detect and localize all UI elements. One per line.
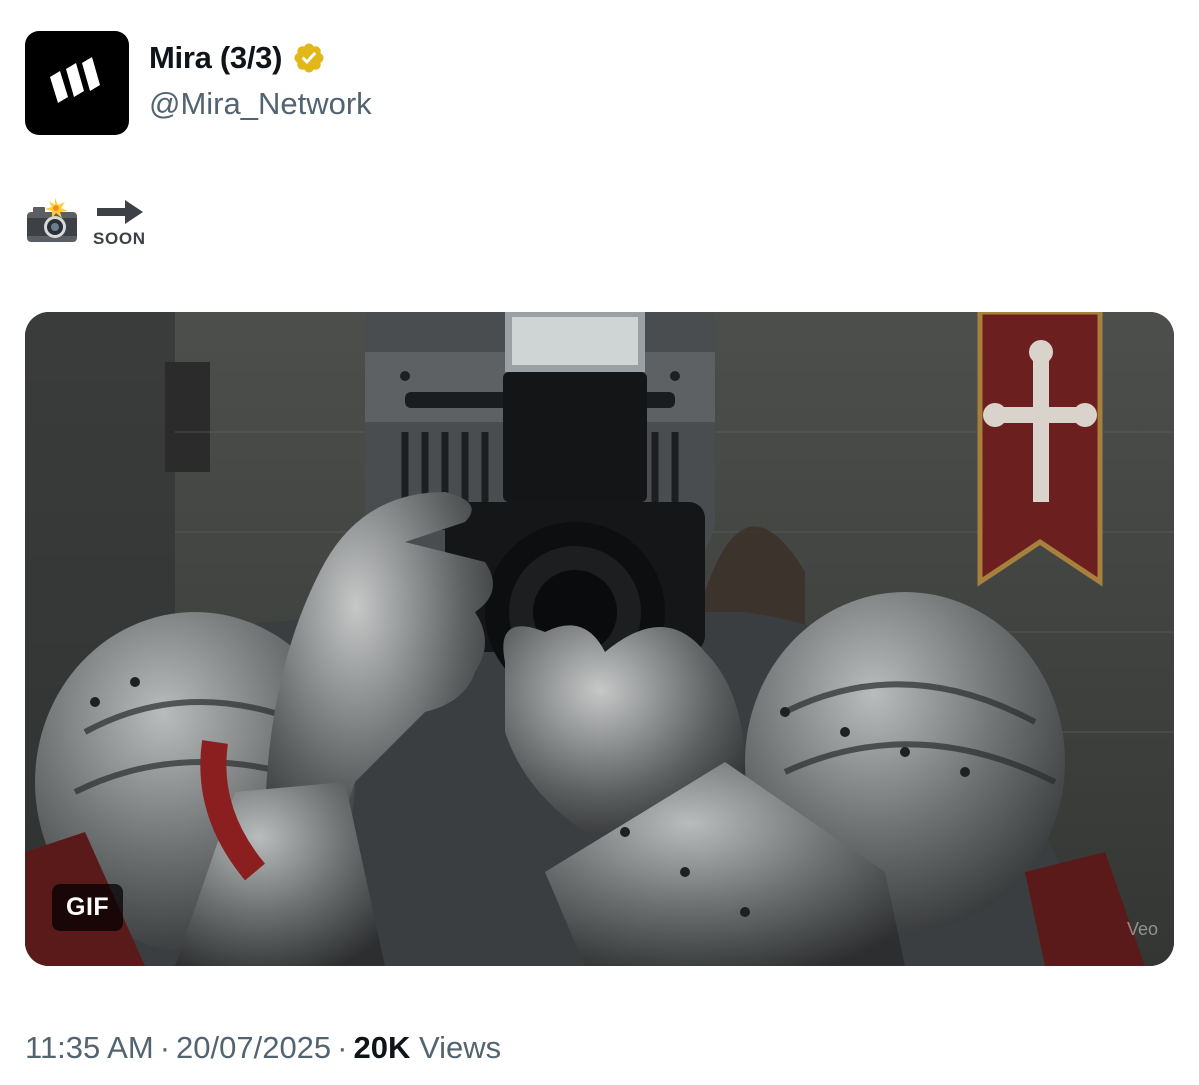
tweet-text: SOON xyxy=(25,196,149,248)
tweet-meta: 11:35 AM · 20/07/2025 · 20K Views xyxy=(25,1030,501,1066)
gif-media[interactable]: GIF Veo xyxy=(25,312,1174,966)
svg-text:SOON: SOON xyxy=(93,229,145,248)
avatar[interactable] xyxy=(25,31,129,135)
meta-separator: · xyxy=(337,1030,348,1065)
knight-with-camera-image xyxy=(25,312,1174,966)
author-name-row[interactable]: Mira (3/3) xyxy=(149,40,326,76)
meta-separator: · xyxy=(159,1030,171,1065)
author-handle[interactable]: @Mira_Network xyxy=(149,86,372,122)
soon-arrow-emoji: SOON xyxy=(93,200,145,248)
gif-badge[interactable]: GIF xyxy=(52,884,124,931)
mira-logo-icon xyxy=(50,57,100,103)
views-label: Views xyxy=(419,1030,502,1065)
tweet-detail: Mira (3/3) @Mira_Network SOON GIF Veo 11… xyxy=(0,0,1199,1085)
views-count[interactable]: 20K xyxy=(354,1030,411,1065)
tweet-date[interactable]: 20/07/2025 xyxy=(176,1030,331,1065)
camera-with-flash-emoji xyxy=(27,198,77,242)
tweet-time[interactable]: 11:35 AM xyxy=(25,1030,154,1065)
veo-watermark: Veo xyxy=(1126,919,1158,939)
verified-badge-icon xyxy=(294,43,324,73)
display-name[interactable]: Mira (3/3) xyxy=(149,40,282,76)
